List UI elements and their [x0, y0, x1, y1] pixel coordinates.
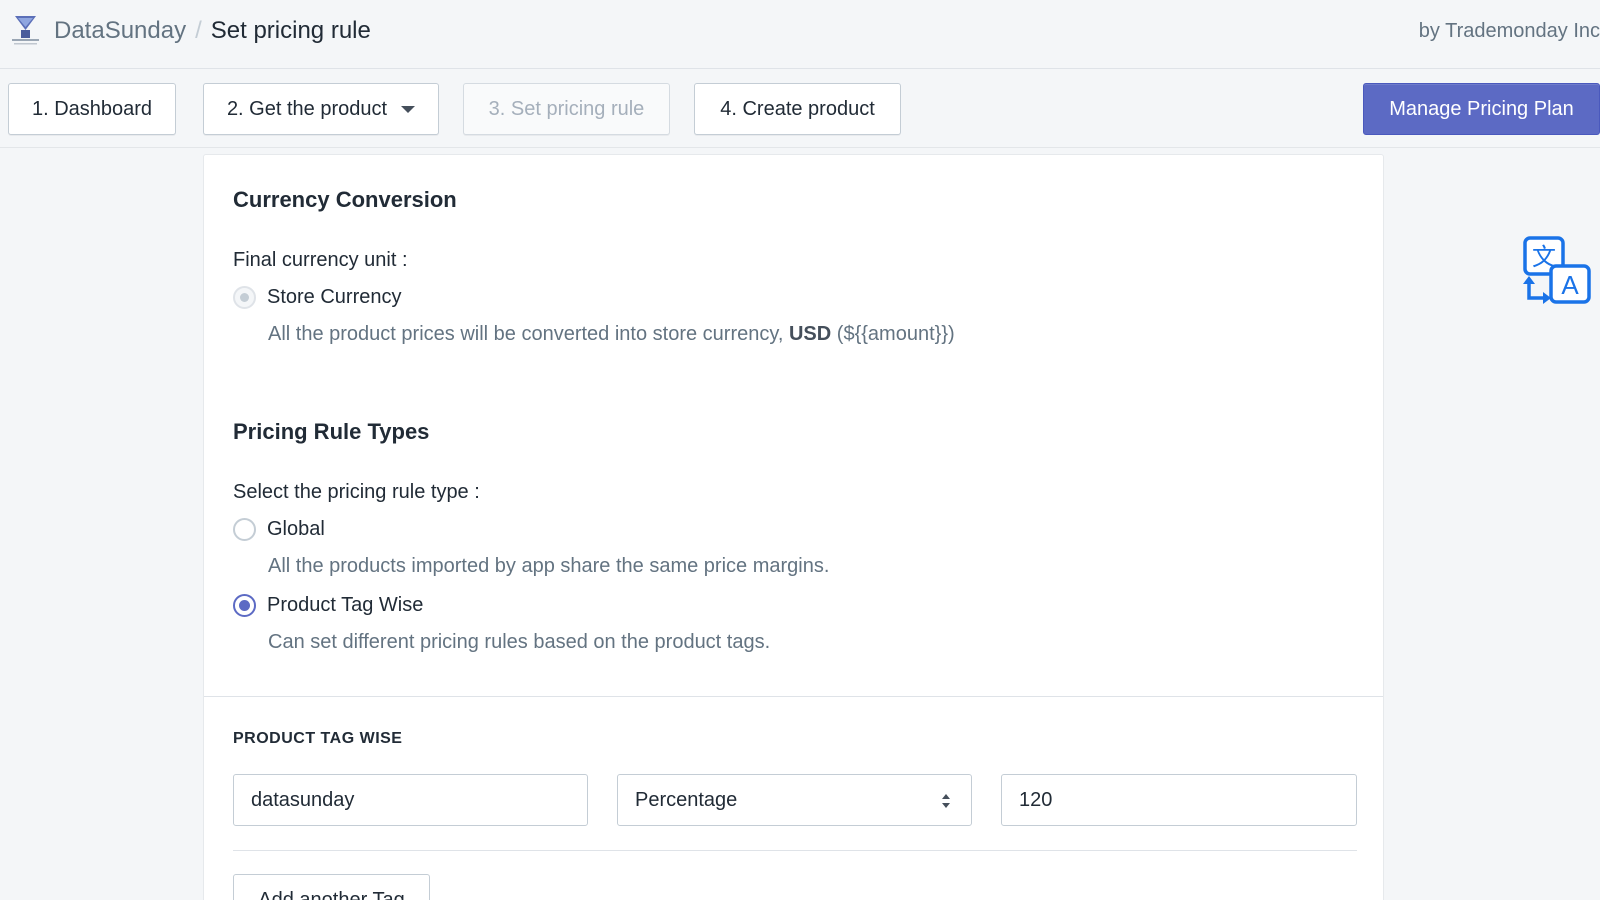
- breadcrumb-app-link[interactable]: DataSunday: [54, 16, 186, 46]
- breadcrumb-separator: /: [195, 17, 202, 44]
- get-product-step-button[interactable]: 2. Get the product: [203, 83, 439, 135]
- store-currency-help: All the product prices will be converted…: [268, 323, 955, 346]
- store-currency-option: Store Currency: [233, 286, 402, 309]
- datasunday-logo-icon[interactable]: [9, 14, 42, 48]
- developer-byline: by Trademonday Inc: [1418, 20, 1600, 42]
- currency-conversion-title: Currency Conversion: [233, 187, 457, 212]
- create-product-step-button[interactable]: 4. Create product: [694, 83, 901, 135]
- pricing-settings-card: Currency Conversion Final currency unit …: [203, 154, 1384, 900]
- final-currency-label: Final currency unit :: [233, 249, 408, 271]
- amount-input-value: 120: [1019, 788, 1053, 811]
- select-arrows-icon: [942, 794, 950, 808]
- store-currency-help-text: All the product prices will be converted…: [268, 323, 784, 345]
- global-label[interactable]: Global: [267, 518, 325, 541]
- amount-input[interactable]: 120: [1001, 774, 1357, 826]
- section-divider: [204, 696, 1383, 697]
- product-tag-wise-heading: PRODUCT TAG WISE: [233, 730, 403, 747]
- store-currency-label: Store Currency: [267, 286, 402, 308]
- currency-format: (${{amount}}): [836, 323, 955, 345]
- store-currency-radio[interactable]: [233, 286, 256, 309]
- product-tag-wise-radio[interactable]: [233, 594, 256, 617]
- manage-pricing-plan-button[interactable]: Manage Pricing Plan: [1363, 83, 1600, 135]
- step-navigation: 1. Dashboard 2. Get the product 3. Set p…: [0, 70, 1600, 148]
- product-tag-wise-option[interactable]: Product Tag Wise: [233, 594, 423, 617]
- tag-input[interactable]: datasunday: [233, 774, 588, 826]
- pricing-type-value: Percentage: [635, 788, 738, 811]
- pricing-rule-types-title: Pricing Rule Types: [233, 419, 430, 444]
- translate-icon[interactable]: 文 A: [1521, 236, 1593, 306]
- svg-text:A: A: [1561, 270, 1579, 300]
- tag-row-divider: [233, 850, 1357, 851]
- page-title: Set pricing rule: [210, 17, 371, 44]
- caret-down-icon: [401, 105, 416, 113]
- global-option[interactable]: Global: [233, 518, 325, 541]
- product-tag-wise-label[interactable]: Product Tag Wise: [267, 594, 423, 617]
- currency-code: USD: [788, 323, 832, 345]
- pricing-type-select[interactable]: Percentage: [617, 774, 972, 826]
- dashboard-step-button[interactable]: 1. Dashboard: [8, 83, 176, 135]
- pricing-rule-type-label: Select the pricing rule type :: [233, 481, 480, 503]
- top-bar: DataSunday / Set pricing rule by Trademo…: [0, 0, 1600, 69]
- global-radio[interactable]: [233, 518, 256, 541]
- breadcrumb: DataSunday / Set pricing rule: [54, 16, 371, 46]
- global-help: All the products imported by app share t…: [268, 555, 830, 577]
- product-tag-wise-help: Can set different pricing rules based on…: [268, 631, 771, 653]
- add-another-tag-button[interactable]: Add another Tag: [233, 874, 430, 900]
- get-product-step-label: 2. Get the product: [226, 97, 388, 120]
- tag-input-value: datasunday: [251, 788, 355, 811]
- set-pricing-step-button[interactable]: 3. Set pricing rule: [463, 83, 670, 135]
